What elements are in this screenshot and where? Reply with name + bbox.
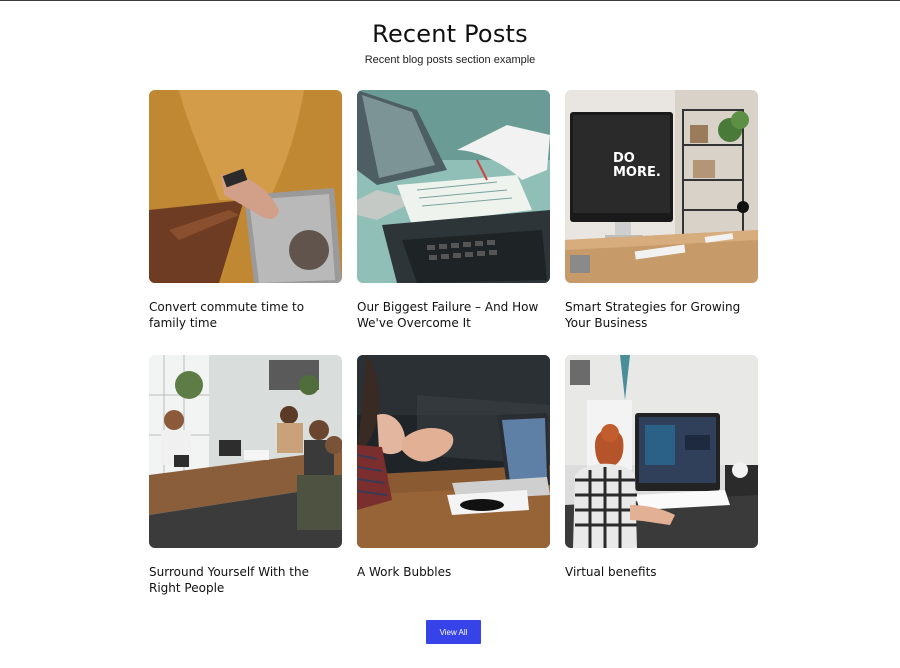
post-image-laptop-sweater[interactable] bbox=[149, 90, 342, 283]
post-card-smart-strategies[interactable]: DO MORE. Smart Strategies for Growing Yo… bbox=[565, 90, 758, 355]
laptop-sweater-photo bbox=[149, 90, 342, 283]
post-image-laptops-paperwork[interactable] bbox=[357, 90, 550, 283]
monitor-text-line2: MORE. bbox=[613, 165, 661, 180]
post-title[interactable]: Smart Strategies for Growing Your Busine… bbox=[565, 300, 758, 331]
section-title: Recent Posts bbox=[372, 20, 528, 48]
post-image-hands-laptop[interactable] bbox=[357, 355, 550, 548]
post-title[interactable]: A Work Bubbles bbox=[357, 565, 550, 581]
laptops-paperwork-photo bbox=[357, 90, 550, 283]
post-title[interactable]: Surround Yourself With the Right People bbox=[149, 565, 342, 596]
desk-monitor-photo: DO MORE. bbox=[565, 90, 758, 283]
post-card-biggest-failure[interactable]: Our Biggest Failure – And How We've Over… bbox=[357, 90, 550, 355]
post-image-team-meeting[interactable] bbox=[149, 355, 342, 548]
top-divider bbox=[0, 0, 900, 1]
hands-laptop-photo bbox=[357, 355, 550, 548]
posts-grid: Convert commute time to family time Our … bbox=[149, 90, 758, 620]
post-image-desk-monitor[interactable]: DO MORE. bbox=[565, 90, 758, 283]
post-card-surround-yourself[interactable]: Surround Yourself With the Right People bbox=[149, 355, 342, 620]
post-card-work-bubbles[interactable]: A Work Bubbles bbox=[357, 355, 550, 620]
team-meeting-photo bbox=[149, 355, 342, 548]
monitor-text-line1: DO bbox=[613, 151, 635, 166]
woman-computer-photo bbox=[565, 355, 758, 548]
post-title[interactable]: Our Biggest Failure – And How We've Over… bbox=[357, 300, 550, 331]
post-card-convert-commute[interactable]: Convert commute time to family time bbox=[149, 90, 342, 355]
post-title[interactable]: Convert commute time to family time bbox=[149, 300, 342, 331]
post-title[interactable]: Virtual benefits bbox=[565, 565, 758, 581]
post-image-woman-computer[interactable] bbox=[565, 355, 758, 548]
view-all-button[interactable]: View All bbox=[426, 620, 481, 644]
post-card-virtual-benefits[interactable]: Virtual benefits bbox=[565, 355, 758, 620]
section-subtitle: Recent blog posts section example bbox=[364, 54, 536, 66]
